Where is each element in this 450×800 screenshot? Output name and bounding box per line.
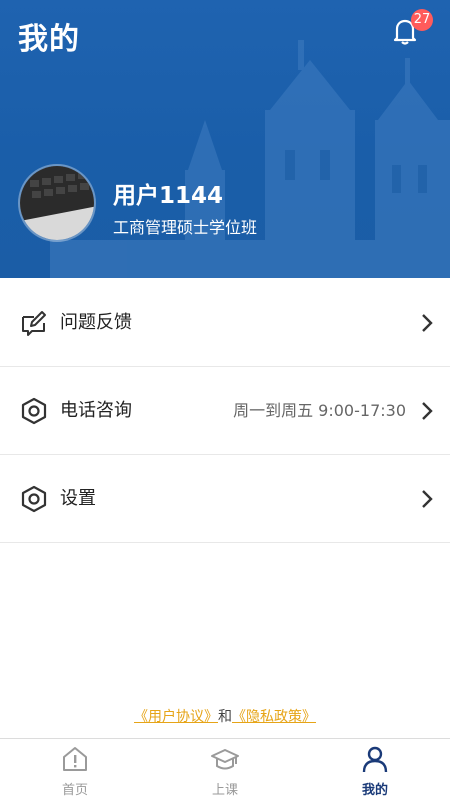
chevron-right-icon xyxy=(422,314,433,332)
menu-item-settings[interactable]: 设置 xyxy=(0,455,450,543)
program-name: 工商管理硕士学位班 xyxy=(113,218,258,237)
agreements-and: 和 xyxy=(218,709,232,725)
privacy-policy-link[interactable]: 《隐私政策》 xyxy=(232,709,316,725)
menu-item-label: 电话咨询 xyxy=(60,400,132,421)
bottom-tab-bar: 首页 上课 我的 xyxy=(0,738,450,800)
graduation-cap-icon xyxy=(211,749,239,770)
menu-item-label: 问题反馈 xyxy=(60,312,132,333)
tab-label: 我的 xyxy=(361,783,388,798)
hexagon-nut-icon xyxy=(21,397,47,425)
tab-home[interactable]: 首页 xyxy=(0,739,150,800)
agreements-line: 《用户协议》和《隐私政策》 xyxy=(0,706,450,726)
home-icon xyxy=(63,747,87,771)
consult-hours: 周一到周五 9:00-17:30 xyxy=(233,401,406,420)
avatar[interactable] xyxy=(18,164,96,242)
tab-class[interactable]: 上课 xyxy=(150,739,300,800)
tab-label: 首页 xyxy=(61,783,88,798)
hexagon-nut-icon xyxy=(21,485,47,513)
menu-item-phone-consult[interactable]: 电话咨询 周一到周五 9:00-17:30 xyxy=(0,367,450,455)
page-title: 我的 xyxy=(18,22,80,57)
user-agreement-link[interactable]: 《用户协议》 xyxy=(134,709,218,725)
notification-badge: 27 xyxy=(411,9,433,31)
profile-header: 我的 27 用户1144 工商管理硕士学位班 xyxy=(0,0,450,278)
menu-item-label: 设置 xyxy=(60,488,96,509)
feedback-edit-icon xyxy=(22,311,46,336)
menu-item-feedback[interactable]: 问题反馈 xyxy=(0,279,450,367)
chevron-right-icon xyxy=(422,402,433,420)
chevron-right-icon xyxy=(422,490,433,508)
person-icon xyxy=(362,746,388,773)
tab-mine[interactable]: 我的 xyxy=(300,739,450,800)
username: 用户1144 xyxy=(113,183,224,209)
tab-label: 上课 xyxy=(211,783,238,798)
